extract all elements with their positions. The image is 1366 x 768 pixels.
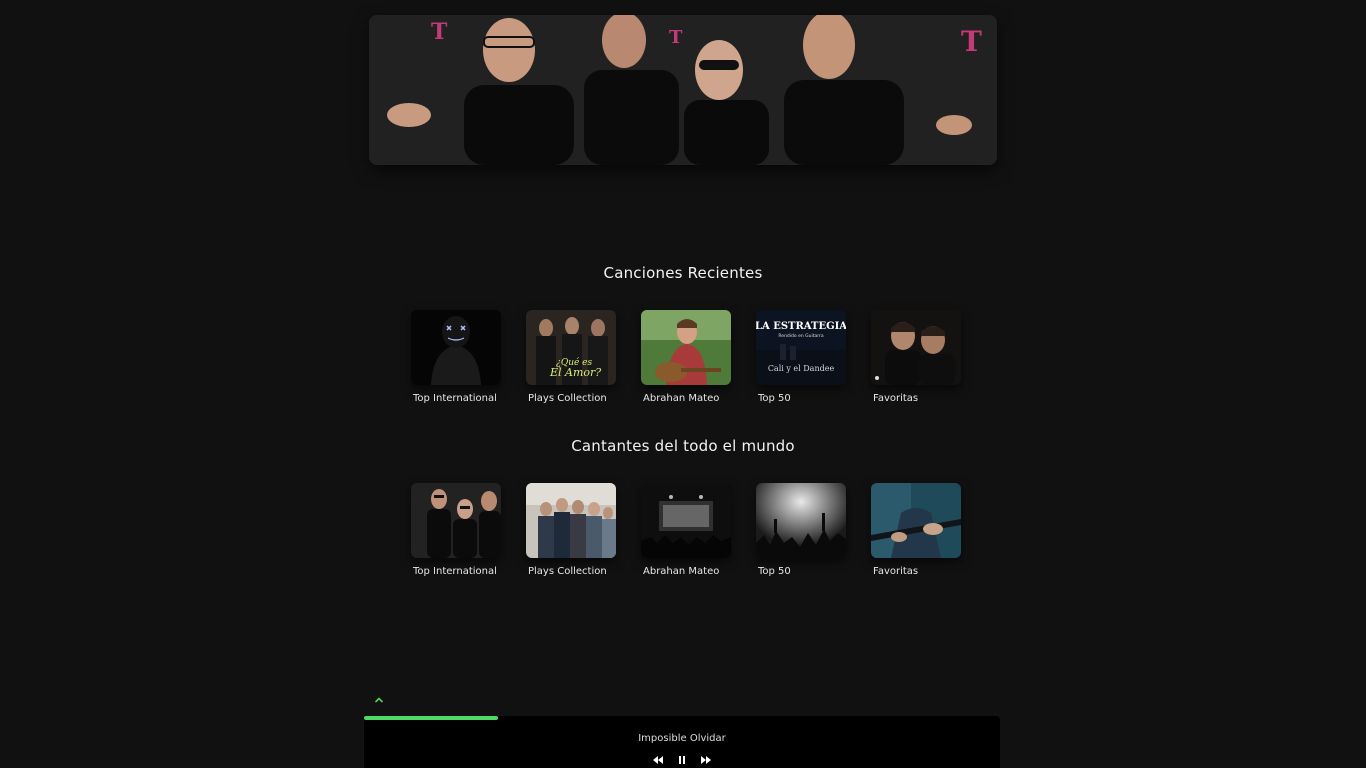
card-label: Abrahan Mateo <box>643 393 720 404</box>
singers-row: Top International Plays Collection Abrah… <box>411 483 961 577</box>
playlist-card[interactable]: ¿Qué es El Amor? Plays Collection <box>526 310 616 404</box>
card-label: Top International <box>413 566 497 577</box>
group-image <box>526 483 616 558</box>
card-label: Favoritas <box>873 566 919 577</box>
recent-songs-row: Top International ¿Qué es El Amor? Plays… <box>411 310 961 404</box>
fast-forward-icon <box>701 756 711 764</box>
card-label: Favoritas <box>873 393 919 404</box>
guitarist-image <box>641 310 731 385</box>
section-title-recent: Canciones Recientes <box>603 264 763 282</box>
crowd-image <box>756 483 846 558</box>
album-cover-image: LA ESTRATEGIA Rendido en Guitarra Cali y… <box>756 310 846 385</box>
rewind-button[interactable] <box>652 754 664 766</box>
playback-controls <box>364 754 1000 766</box>
card-label: Plays Collection <box>528 393 607 404</box>
svg-text:El Amor?: El Amor? <box>549 366 601 379</box>
rewind-icon <box>653 756 663 764</box>
band-image <box>411 483 501 558</box>
pause-button[interactable] <box>676 754 688 766</box>
svg-text:T: T <box>961 25 982 58</box>
now-playing-title: Imposible Olvidar <box>638 733 726 744</box>
card-label: Top 50 <box>758 566 791 577</box>
card-label: Top 50 <box>758 393 791 404</box>
artist-card[interactable]: Top 50 <box>756 483 846 577</box>
svg-text:LA ESTRATEGIA: LA ESTRATEGIA <box>756 321 846 332</box>
fast-forward-button[interactable] <box>700 754 712 766</box>
concert-stage-image <box>641 483 731 558</box>
artist-card[interactable]: Abrahan Mateo <box>641 483 731 577</box>
album-cover-image: ¿Qué es El Amor? <box>526 310 616 385</box>
svg-text:Rendido en Guitarra: Rendido en Guitarra <box>778 333 823 339</box>
masked-figure-image <box>411 310 501 385</box>
band-photo-image: T T T <box>369 15 997 165</box>
card-label: Plays Collection <box>528 566 607 577</box>
expand-player-button[interactable] <box>369 690 389 710</box>
pause-icon <box>679 756 685 764</box>
artist-card[interactable]: Plays Collection <box>526 483 616 577</box>
chevron-up-icon <box>375 697 383 703</box>
hero-banner: T T T <box>369 15 997 165</box>
card-label: Top International <box>413 393 497 404</box>
music-player-bar: Imposible Olvidar <box>364 716 1000 768</box>
svg-text:T: T <box>431 19 448 45</box>
progress-fill <box>364 716 498 720</box>
svg-text:Cali y el Dandee: Cali y el Dandee <box>768 364 835 373</box>
artist-card[interactable]: Favoritas <box>871 483 961 577</box>
playlist-card[interactable]: Top International <box>411 310 501 404</box>
svg-text:T: T <box>669 27 683 48</box>
section-title-singers: Cantantes del todo el mundo <box>571 437 795 455</box>
artist-card[interactable]: Top International <box>411 483 501 577</box>
playlist-card[interactable]: Abrahan Mateo <box>641 310 731 404</box>
card-label: Abrahan Mateo <box>643 566 720 577</box>
playlist-card[interactable]: Favoritas <box>871 310 961 404</box>
playlist-card[interactable]: LA ESTRATEGIA Rendido en Guitarra Cali y… <box>756 310 846 404</box>
guitar-image <box>871 483 961 558</box>
duo-image <box>871 310 961 385</box>
progress-bar[interactable] <box>364 716 1000 720</box>
